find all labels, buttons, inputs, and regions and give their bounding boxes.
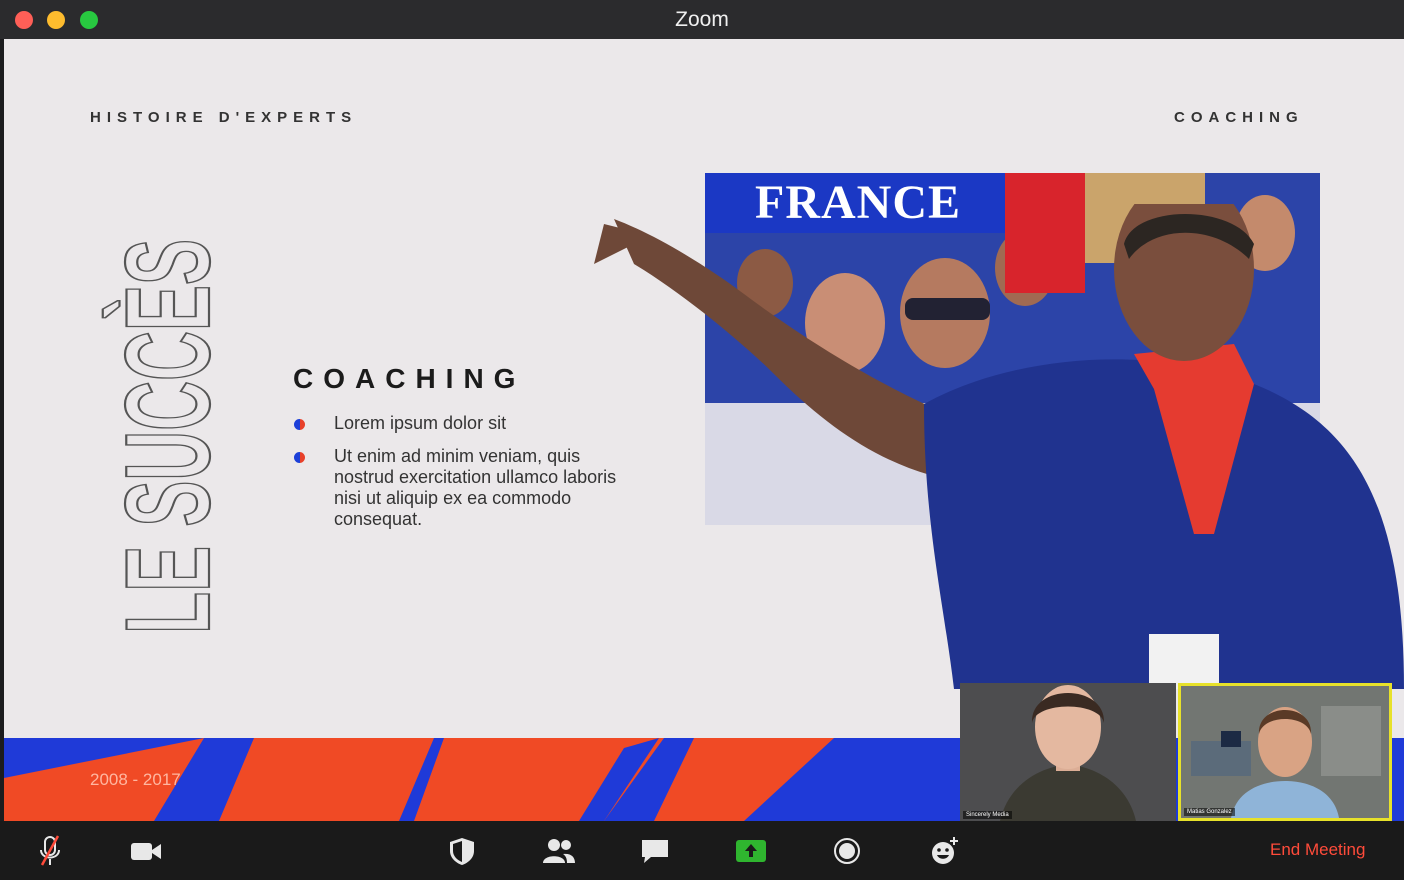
bullet-list: Lorem ipsum dolor sit Ut enim ad minim v… [294, 413, 644, 542]
video-button[interactable] [128, 833, 164, 869]
participant-name: Sincerely Media [963, 811, 1012, 819]
mute-button[interactable] [32, 833, 68, 869]
bullet-dot [294, 419, 305, 430]
active-speaker-video-tile[interactable]: Matias Gonzalez [1178, 683, 1392, 821]
window-title: Zoom [675, 8, 729, 31]
participant-video-tile[interactable]: Sincerely Media [960, 683, 1176, 821]
record-icon [834, 838, 860, 864]
security-button[interactable] [444, 833, 480, 869]
share-screen-icon [736, 840, 766, 862]
bullet-text: Lorem ipsum dolor sit [334, 413, 507, 433]
participants-button[interactable] [541, 833, 577, 869]
reactions-icon [932, 837, 958, 864]
participant-video [1181, 686, 1389, 818]
security-shield-icon [450, 838, 474, 865]
vertical-title-text: LE SUCCÈS [101, 239, 214, 634]
record-button[interactable] [829, 833, 865, 869]
slide-years: 2008 - 2017 [90, 770, 181, 789]
coach-figure [594, 204, 1404, 689]
slide-label-left: HISTOIRE D'EXPERTS [90, 109, 358, 126]
reactions-button[interactable] [926, 833, 962, 869]
bullet-text: Ut enim ad minim veniam, quis nostrud ex… [334, 446, 617, 529]
chat-button[interactable] [637, 833, 673, 869]
meeting-toolbar: End Meeting [0, 821, 1404, 880]
slide-label-right: COACHING [1174, 109, 1304, 126]
vertical-title: LE SUCCÈS [100, 239, 214, 634]
participant-name: Matias Gonzalez [1184, 808, 1235, 816]
slide-heading: COACHING [293, 363, 526, 394]
bullet-item: Lorem ipsum dolor sit [294, 413, 644, 434]
zoom-window: Zoom HISTOIRE D'EXPERTS COACHING LE SUCC… [0, 0, 1404, 880]
share-screen-button[interactable] [733, 833, 769, 869]
bullet-item: Ut enim ad minim veniam, quis nostrud ex… [294, 446, 644, 530]
video-camera-icon [131, 843, 161, 860]
participants-icon [543, 839, 575, 863]
chat-icon [642, 840, 668, 863]
bullet-dot [294, 452, 305, 463]
end-meeting-button[interactable]: End Meeting [1270, 840, 1365, 860]
microphone-muted-icon [40, 835, 60, 866]
participant-video [960, 683, 1176, 821]
title-bar: Zoom [0, 0, 1404, 39]
